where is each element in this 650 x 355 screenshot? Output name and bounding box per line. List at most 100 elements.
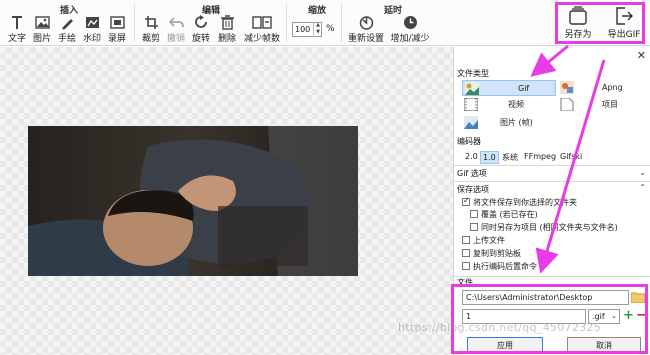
gif-options-heading[interactable]: Gif 选项	[457, 168, 487, 179]
add-icon[interactable]: +	[623, 308, 634, 323]
file-type-gif[interactable]: Gif	[462, 80, 556, 96]
increase-decrease-delay-button[interactable]: 增加/减少	[389, 15, 431, 45]
draw-button-label: 手绘	[57, 34, 76, 44]
option-save-as-project[interactable]: 同时另存为项目 (相同文件夹与文件名)	[470, 223, 618, 233]
group-separator	[286, 4, 287, 42]
photo-sleeping-man	[28, 126, 358, 276]
watermark-button[interactable]: 水印	[81, 15, 103, 45]
divider	[454, 181, 650, 182]
image-icon	[34, 16, 50, 29]
chevron-down-icon: ⌄	[611, 312, 617, 320]
project-file-icon	[560, 98, 574, 111]
encoder-option[interactable]: 系统	[500, 151, 520, 164]
option-label: 同时另存为项目 (相同文件夹与文件名)	[481, 223, 618, 232]
save-as-icon	[569, 6, 587, 25]
text-button-label: 文字	[7, 34, 26, 44]
option-label: 将文件保存到你选择的文件夹	[473, 198, 577, 207]
delete-button[interactable]: 删除	[216, 15, 238, 45]
remove-icon[interactable]: −	[636, 308, 647, 323]
cancel-button[interactable]: 取消	[567, 337, 641, 354]
save-as-label: 另存为	[564, 30, 592, 40]
crop-icon	[144, 16, 158, 29]
extension-select[interactable]: .gif ⌄	[588, 309, 620, 324]
file-heading: 文件	[457, 278, 473, 287]
file-type-apng-label: Apng	[602, 83, 623, 92]
file-type-project-label: 项目	[602, 100, 618, 109]
save-as-button[interactable]: 另存为	[558, 6, 598, 44]
undo-button-label: 撤销	[166, 34, 185, 44]
rotate-button[interactable]: 旋转	[190, 15, 212, 45]
reduce-frames-button-label: 减少帧数	[243, 34, 280, 44]
output-folder-input[interactable]: C:\Users\Administrator\Desktop	[462, 290, 629, 305]
crop-button[interactable]: 裁剪	[140, 15, 162, 45]
toolbar-ribbon: 插入 文字 图片 手绘 水印 录屏 编辑 裁剪 撤销 旋转 删除 减少帧数 缩放…	[0, 0, 650, 46]
text-icon	[12, 16, 22, 29]
option-label: 上传文件	[473, 236, 505, 245]
encoder-option[interactable]: 2.0	[463, 151, 480, 162]
option-copy-clipboard[interactable]: 复制到剪贴板	[462, 249, 521, 259]
group-separator	[341, 4, 342, 42]
chevron-down-icon[interactable]: ⌄	[639, 168, 646, 177]
crop-button-label: 裁剪	[141, 34, 160, 44]
image-button[interactable]: 图片	[31, 15, 53, 45]
spin-up-icon[interactable]: ▲	[316, 22, 320, 28]
increase-decrease-delay-label: 增加/减少	[390, 34, 430, 44]
apng-file-icon	[560, 81, 574, 94]
file-type-apng[interactable]: Apng	[558, 80, 648, 96]
option-label: 复制到剪贴板	[473, 249, 521, 258]
file-type-images[interactable]: 图片 (帧)	[462, 115, 556, 131]
watermark-button-label: 水印	[82, 34, 101, 44]
file-type-video-label: 视频	[508, 100, 524, 109]
chevron-up-icon[interactable]: ⌃	[639, 183, 646, 192]
apply-button[interactable]: 应用	[467, 337, 543, 354]
draw-button[interactable]: 手绘	[56, 15, 78, 45]
encoder-option[interactable]: Gifski	[558, 151, 584, 162]
file-type-video[interactable]: 视频	[462, 97, 556, 113]
checkbox[interactable]	[470, 223, 478, 231]
clock-icon	[403, 16, 417, 29]
reduce-frames-button[interactable]: 减少帧数	[242, 15, 282, 45]
file-type-project[interactable]: 项目	[558, 97, 648, 113]
checkbox[interactable]	[462, 236, 470, 244]
zoom-percent-label: %	[326, 24, 335, 34]
filename-input[interactable]: 1	[462, 309, 586, 324]
file-type-gif-label: Gif	[518, 84, 530, 93]
file-type-images-label: 图片 (帧)	[500, 118, 533, 127]
reduce-frames-icon	[252, 16, 272, 29]
watermark-icon	[85, 17, 99, 28]
checkbox[interactable]	[462, 262, 470, 270]
checkbox[interactable]	[470, 210, 478, 218]
option-upload[interactable]: 上传文件	[462, 236, 505, 246]
text-button[interactable]: 文字	[6, 15, 28, 45]
folder-icon[interactable]	[631, 291, 645, 303]
undo-icon	[168, 17, 184, 28]
option-overwrite[interactable]: 覆盖 (若已存在)	[470, 210, 538, 220]
option-label: 执行编码后置命令	[473, 262, 537, 271]
divider	[454, 165, 650, 166]
save-panel: ✕ 文件类型 Gif Apng 视频 项目 图片 (帧) 编码器 2.0 1.0…	[453, 47, 650, 355]
rotate-button-label: 旋转	[191, 34, 210, 44]
delete-button-label: 删除	[217, 34, 236, 44]
record-button[interactable]: 录屏	[106, 15, 128, 45]
extension-value: .gif	[592, 312, 605, 321]
close-icon[interactable]: ✕	[637, 49, 646, 62]
export-gif-button[interactable]: 导出GIF	[604, 6, 644, 44]
trash-icon	[220, 15, 234, 30]
reset-delay-button[interactable]: 重新设置	[346, 15, 386, 45]
rotate-icon	[194, 15, 207, 28]
encoder-option[interactable]: FFmpeg	[522, 151, 558, 162]
zoom-spinner[interactable]: ▲ ▼	[313, 22, 322, 37]
encoder-option-selected[interactable]: 1.0	[480, 151, 499, 164]
option-post-command[interactable]: 执行编码后置命令	[462, 262, 537, 272]
export-icon	[616, 7, 633, 25]
option-save-to-folder[interactable]: 将文件保存到你选择的文件夹	[462, 196, 577, 208]
encoder-heading: 编码器	[457, 137, 481, 146]
checkbox[interactable]	[462, 196, 470, 206]
canvas-area[interactable]	[0, 47, 453, 355]
checkbox[interactable]	[462, 249, 470, 257]
save-options-heading[interactable]: 保存选项	[457, 184, 489, 195]
spin-down-icon[interactable]: ▼	[316, 29, 320, 35]
gif-file-icon	[465, 82, 479, 95]
reset-delay-icon	[359, 16, 373, 30]
undo-button[interactable]: 撤销	[165, 15, 187, 45]
